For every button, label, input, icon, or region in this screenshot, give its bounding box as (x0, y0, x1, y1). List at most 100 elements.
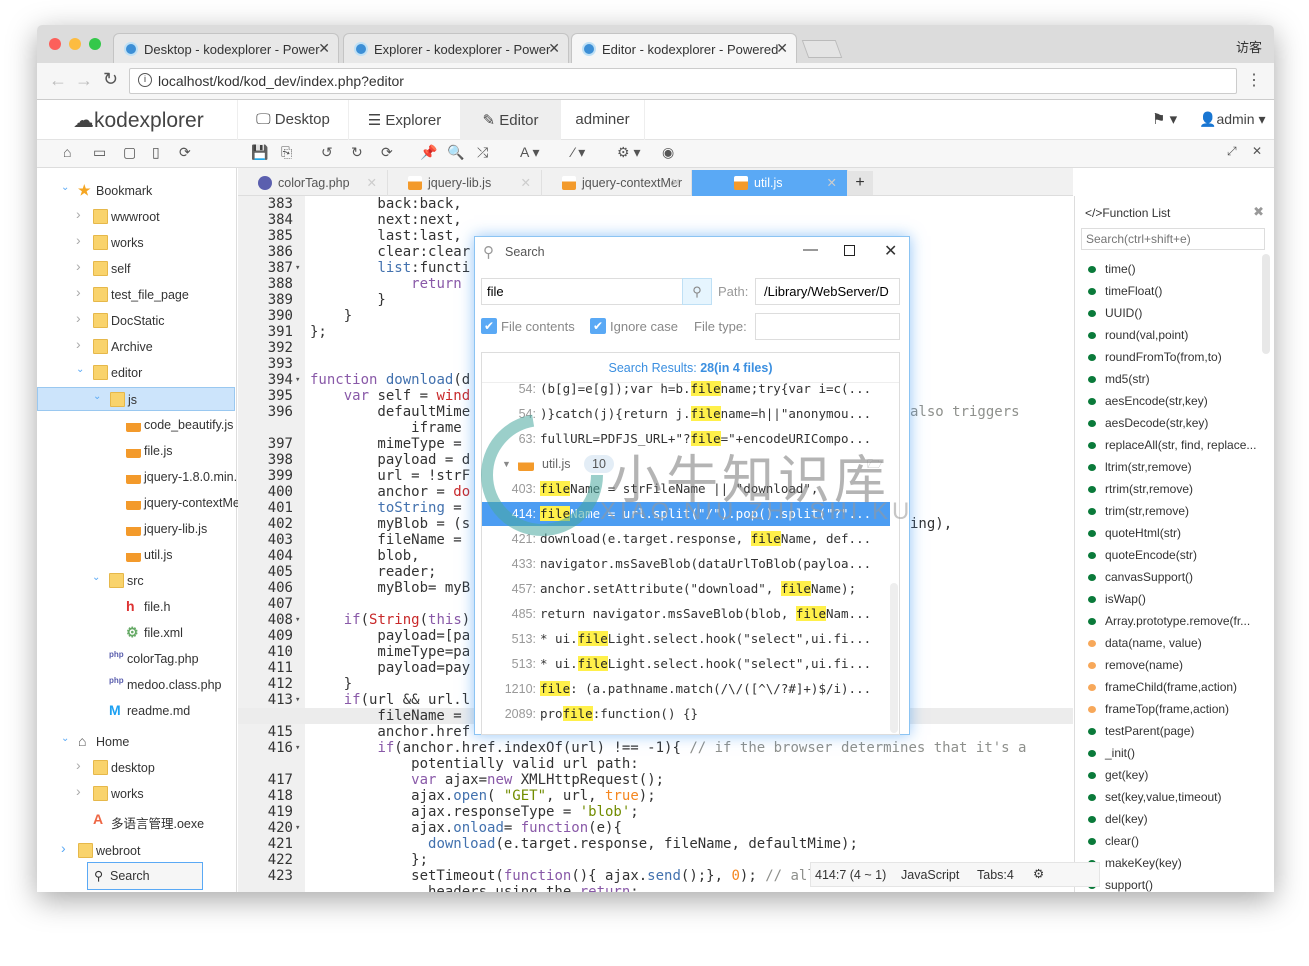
home-icon[interactable]: ⌂ (63, 144, 71, 160)
result-row[interactable]: 63: fullURL=PDFJS_URL+"?file="+encodeURIC… (482, 427, 890, 451)
nav-editor[interactable]: ✎ Editor (461, 100, 561, 140)
app-logo[interactable]: ☁kodexplorer (73, 108, 204, 133)
function-search-input[interactable] (1081, 228, 1265, 250)
browser-user[interactable]: 访客 (1236, 37, 1262, 56)
editor-tab[interactable]: jquery-lib.js ✕ (388, 170, 542, 196)
function-item[interactable]: _init() (1088, 746, 1135, 760)
settings-icon[interactable]: ⚙ (1033, 866, 1044, 881)
search-submit-button[interactable]: ⚲ (682, 278, 712, 305)
result-row[interactable]: 414: fileName = url.split("/").pop().spli… (482, 502, 890, 526)
function-item[interactable]: UUID() (1088, 306, 1142, 320)
save-icon[interactable]: 💾 (251, 144, 268, 161)
info-icon[interactable]: i (138, 73, 152, 87)
back-icon[interactable]: ← (49, 70, 67, 91)
tree-item[interactable]: h file.h (37, 595, 235, 619)
close-tab-icon[interactable]: ✕ (827, 175, 837, 190)
fold-arrow-icon[interactable]: ▾ (295, 372, 300, 388)
function-item[interactable]: set(key,value,timeout) (1088, 790, 1222, 804)
fold-arrow-icon[interactable]: ▾ (295, 820, 300, 836)
file-type-input[interactable] (755, 313, 900, 340)
ignore-case-checkbox[interactable]: ✔ (590, 318, 606, 334)
function-item[interactable]: roundFromTo(from,to) (1088, 350, 1222, 364)
tree-item[interactable]: jquery-contextMe (37, 491, 240, 515)
chevron-right-icon[interactable]: › (76, 783, 81, 799)
function-item[interactable]: clear() (1088, 834, 1139, 848)
chevron-right-icon[interactable]: › (61, 840, 66, 856)
close-tab-icon[interactable]: ✕ (776, 40, 788, 57)
result-row[interactable]: 513: * ui.fileLight.select.hook("select",… (482, 627, 890, 651)
browser-tab[interactable]: Editor - kodexplorer - Powered ✕ (571, 33, 797, 63)
chevron-down-icon[interactable]: ⌄ (92, 572, 100, 583)
new-tab-button[interactable] (801, 40, 843, 58)
search-query-input[interactable] (481, 278, 683, 305)
fold-arrow-icon[interactable]: ▾ (295, 612, 300, 628)
chevron-right-icon[interactable]: › (76, 206, 81, 222)
chevron-right-icon[interactable]: › (76, 232, 81, 248)
function-item[interactable]: support() (1088, 878, 1153, 892)
nav-desktop[interactable]: 🖵 Desktop (237, 100, 349, 140)
function-item[interactable]: remove(name) (1088, 658, 1183, 672)
menu-icon[interactable]: ⋮ (1246, 70, 1262, 90)
gear-icon[interactable]: ⚙ ▾ (617, 144, 640, 161)
fold-arrow-icon[interactable]: ▾ (295, 740, 300, 756)
close-icon[interactable]: ✖ (1253, 204, 1264, 220)
results-scrollbar[interactable] (890, 583, 898, 733)
close-tab-icon[interactable]: ✕ (367, 175, 377, 190)
tree-item[interactable]: › test_file_page (37, 283, 235, 307)
tree-item[interactable]: A 多语言管理.oexe (37, 808, 235, 832)
function-list-scrollbar[interactable] (1262, 254, 1270, 354)
tree-item[interactable]: › desktop (37, 756, 235, 780)
font-icon[interactable]: A ▾ (520, 144, 539, 161)
tree-item[interactable]: php colorTag.php (37, 647, 235, 671)
result-row[interactable]: 2089: profile:function() {} (482, 702, 890, 726)
editor-tab[interactable]: jquery-contextMer ✕ (542, 170, 692, 196)
function-item[interactable]: makeKey(key) (1088, 856, 1182, 870)
chevron-right-icon[interactable]: › (76, 258, 81, 274)
chevron-down-icon[interactable]: ⌄ (61, 733, 69, 744)
function-item[interactable]: trim(str,remove) (1088, 504, 1189, 518)
reload-icon[interactable]: ↻ (103, 69, 118, 90)
url-input[interactable]: i localhost/kod/kod_dev/index.php?editor (129, 68, 1237, 94)
chevron-right-icon[interactable]: › (76, 310, 81, 326)
flag-menu[interactable]: ⚑ ▾ (1152, 110, 1177, 128)
result-row[interactable]: 421: download(e.target.response, fileName… (482, 527, 890, 551)
tree-item[interactable]: ⌄ ⌂ Home (37, 730, 235, 754)
function-item[interactable]: get(key) (1088, 768, 1148, 782)
browser-tab[interactable]: Explorer - kodexplorer - Power ✕ (343, 33, 569, 63)
chevron-right-icon[interactable]: › (76, 757, 81, 773)
redo-icon[interactable]: ↻ (351, 144, 363, 161)
tree-item[interactable]: file.js (37, 439, 235, 463)
function-item[interactable]: md5(str) (1088, 372, 1150, 386)
function-item[interactable]: del(key) (1088, 812, 1148, 826)
tree-item[interactable]: ⌄ js (37, 387, 235, 411)
function-item[interactable]: aesDecode(str,key) (1088, 416, 1208, 430)
pin-icon[interactable]: 📌 (420, 144, 437, 161)
eye-icon[interactable]: ◉ (662, 144, 674, 161)
close-tab-icon[interactable]: ✕ (318, 40, 330, 57)
function-item[interactable]: aesEncode(str,key) (1088, 394, 1208, 408)
result-row[interactable]: 457: anchor.setAttribute("download", file… (482, 577, 890, 601)
function-item[interactable]: rtrim(str,remove) (1088, 482, 1193, 496)
chevron-down-icon[interactable]: ⌄ (93, 391, 101, 402)
chevron-down-icon[interactable]: ⌄ (61, 182, 69, 193)
tree-item[interactable]: ⌄ ★ Bookmark (37, 179, 235, 203)
function-item[interactable]: ltrim(str,remove) (1088, 460, 1192, 474)
shuffle-icon[interactable]: ⤮ (477, 144, 488, 161)
tree-item[interactable]: › wwwroot (37, 205, 235, 229)
function-item[interactable]: Array.prototype.remove(fr... (1088, 614, 1250, 628)
editor-tab[interactable]: util.js ✕ (692, 170, 848, 196)
tree-item[interactable]: php medoo.class.php (37, 673, 235, 697)
result-row[interactable]: 54:)}catch(j){return j.filename=h||"anon… (482, 402, 890, 426)
function-item[interactable]: timeFloat() (1088, 284, 1162, 298)
close-window-button[interactable] (49, 38, 61, 50)
fold-arrow-icon[interactable]: ▾ (295, 260, 300, 276)
function-item[interactable]: replaceAll(str, find, replace... (1088, 438, 1256, 452)
result-file-group[interactable]: ▼ util.js 10 🗁 (482, 452, 890, 476)
search-icon[interactable]: 🔍 (447, 144, 464, 161)
function-item[interactable]: round(val,point) (1088, 328, 1188, 342)
user-menu[interactable]: 👤admin ▾ (1199, 111, 1266, 128)
close-button[interactable]: ✕ (884, 241, 897, 261)
result-row[interactable]: 513: * ui.fileLight.select.hook("select",… (482, 652, 890, 676)
file-contents-checkbox[interactable]: ✔ (481, 318, 497, 334)
forward-icon[interactable]: → (75, 70, 93, 91)
